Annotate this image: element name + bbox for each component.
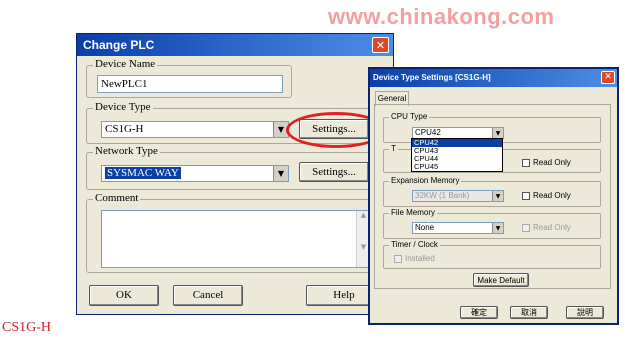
device-type-value: CS1G-H xyxy=(105,123,144,135)
chevron-down-icon[interactable]: ▼ xyxy=(492,128,503,138)
ok-button[interactable]: OK xyxy=(89,285,159,306)
program-read-only-checkbox[interactable]: Read Only xyxy=(522,158,571,168)
close-icon: ✕ xyxy=(375,39,386,52)
close-button[interactable]: ✕ xyxy=(372,37,389,53)
chevron-down-icon[interactable]: ▼ xyxy=(273,166,288,181)
close-icon: ✕ xyxy=(604,72,612,82)
program-memory-label: T xyxy=(389,144,398,153)
device-type-settings-title: Device Type Settings [CS1G-H] xyxy=(373,73,491,82)
checkbox-icon xyxy=(394,254,402,263)
device-type-settings-titlebar[interactable]: Device Type Settings [CS1G-H] xyxy=(370,69,617,87)
chevron-down-icon[interactable]: ▼ xyxy=(492,223,503,233)
network-type-group: Network Type SYSMAC WAY ▼ Settings... xyxy=(86,145,386,190)
ok-label: OK xyxy=(116,289,132,301)
file-read-only-label: Read Only xyxy=(533,223,571,232)
settings-cancel-label: 取消 xyxy=(521,308,537,317)
network-type-value: SYSMAC WAY xyxy=(105,167,181,179)
expansion-read-only-label: Read Only xyxy=(533,191,571,200)
change-plc-title: Change PLC xyxy=(83,38,155,52)
network-type-label: Network Type xyxy=(93,145,160,157)
timer-clock-label: Timer / Clock xyxy=(389,240,440,249)
file-memory-label: File Memory xyxy=(389,208,438,217)
device-type-settings-dialog: Device Type Settings [CS1G-H] ✕ General … xyxy=(368,67,619,325)
installed-checkbox[interactable]: Installed xyxy=(394,254,435,264)
make-default-button[interactable]: Make Default xyxy=(473,273,529,287)
checkbox-icon xyxy=(522,158,530,167)
file-memory-select[interactable]: None ▼ xyxy=(412,222,504,234)
cpu-type-value: CPU42 xyxy=(415,128,441,137)
settings-ok-button[interactable]: 確定 xyxy=(460,306,498,319)
expansion-memory-group: Expansion Memory 32KW (1 Bank) ▼ Read On… xyxy=(383,176,601,207)
cpu-type-dropdown-list[interactable]: CPU42 CPU43 CPU44 CPU45 xyxy=(411,138,503,172)
cancel-button[interactable]: Cancel xyxy=(173,285,243,306)
device-name-label: Device Name xyxy=(93,58,158,70)
watermark-logo: www.chinakong.com xyxy=(328,4,555,29)
tab-general-label: General xyxy=(377,94,407,103)
comment-textarea[interactable]: ▲ ▼ xyxy=(101,210,371,268)
network-type-settings-button[interactable]: Settings... xyxy=(299,162,369,182)
chevron-down-icon[interactable]: ▼ xyxy=(492,191,503,201)
file-memory-group: File Memory None ▼ Read Only xyxy=(383,208,601,239)
expansion-memory-label: Expansion Memory xyxy=(389,176,462,185)
settings-cancel-button[interactable]: 取消 xyxy=(510,306,548,319)
device-type-select[interactable]: CS1G-H ▼ xyxy=(101,121,289,138)
make-default-label: Make Default xyxy=(477,276,525,285)
device-name-input[interactable]: NewPLC1 xyxy=(97,75,283,93)
settings-ok-label: 確定 xyxy=(471,308,487,317)
program-read-only-label: Read Only xyxy=(533,158,571,167)
general-tab-pane: CPU Type CPU42 ▼ T Read Only Expansion M… xyxy=(374,104,611,289)
comment-group: Comment ▲ ▼ xyxy=(86,192,386,273)
caption-text: CS1G-H xyxy=(2,320,52,335)
checkbox-icon xyxy=(522,191,530,200)
installed-label: Installed xyxy=(405,254,435,263)
settings-close-button[interactable]: ✕ xyxy=(601,71,615,84)
change-plc-dialog: Change PLC ✕ Device Name NewPLC1 Device … xyxy=(76,33,394,315)
file-memory-value: None xyxy=(415,223,435,232)
change-plc-titlebar[interactable]: Change PLC xyxy=(77,34,393,56)
settings-help-button[interactable]: 說明 xyxy=(566,306,604,319)
network-type-settings-label: Settings... xyxy=(312,166,356,178)
timer-clock-group: Timer / Clock Installed xyxy=(383,240,601,269)
device-type-label: Device Type xyxy=(93,101,153,113)
help-label: Help xyxy=(333,289,355,301)
expansion-read-only-checkbox[interactable]: Read Only xyxy=(522,191,571,201)
cancel-label: Cancel xyxy=(192,289,224,301)
expansion-memory-value: 32KW (1 Bank) xyxy=(415,191,470,200)
cpu-type-label: CPU Type xyxy=(389,112,430,121)
expansion-memory-select[interactable]: 32KW (1 Bank) ▼ xyxy=(412,190,504,202)
dropdown-option[interactable]: CPU45 xyxy=(412,163,502,171)
device-name-value: NewPLC1 xyxy=(101,78,148,90)
network-type-select[interactable]: SYSMAC WAY ▼ xyxy=(101,165,289,182)
file-read-only-checkbox[interactable]: Read Only xyxy=(522,223,571,233)
checkbox-icon xyxy=(522,223,530,232)
comment-label: Comment xyxy=(93,192,141,204)
device-name-group: Device Name NewPLC1 xyxy=(86,58,292,98)
settings-help-label: 說明 xyxy=(577,308,593,317)
